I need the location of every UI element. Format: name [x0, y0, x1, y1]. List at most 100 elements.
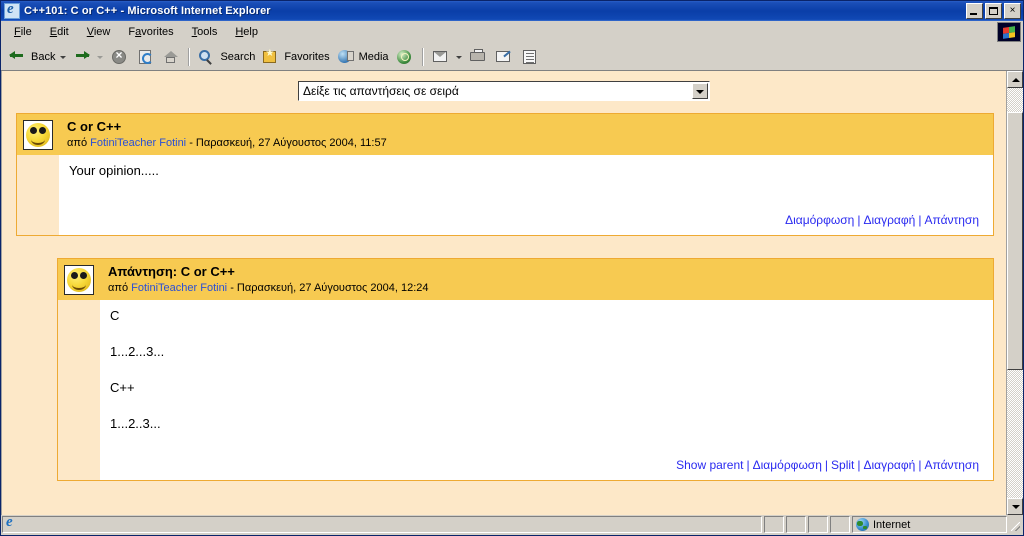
post-gap — [2, 236, 1006, 258]
window-controls: × — [966, 3, 1021, 19]
scrollbar-thumb[interactable] — [1007, 112, 1023, 370]
post-subject: Απάντηση: C or C++ — [108, 264, 235, 279]
browser-window: C++101: C or C++ - Microsoft Internet Ex… — [0, 0, 1024, 536]
post-body: Your opinion..... Διαμόρφωση | Διαγραφή | Απ… — [59, 155, 993, 235]
edit-page-button[interactable] — [491, 46, 517, 68]
toolbar-separator — [188, 47, 191, 66]
media-label: Media — [358, 50, 389, 63]
post-side-column — [17, 155, 59, 235]
post-container-1: C or C++ από FotiniTeacher Fotini - Παρα… — [2, 113, 1006, 236]
toolbar: Back Search Favorites Media — [1, 44, 1023, 70]
post-body: C 1...2...3... C++ 1...2..3... Show pare… — [100, 300, 993, 480]
globe-icon — [856, 518, 869, 531]
refresh-icon — [135, 48, 155, 66]
post-avatar-cell — [17, 114, 59, 155]
post-action-edit[interactable]: Διαμόρφωση — [753, 458, 822, 472]
status-pane-1 — [764, 516, 784, 533]
post-byline: από FotiniTeacher Fotini - Παρασκευή, 27… — [67, 136, 985, 150]
history-globe-icon — [395, 48, 415, 66]
post-action-split[interactable]: Split — [831, 458, 854, 472]
menu-item-view[interactable]: View — [78, 23, 120, 42]
post-header: Απάντηση: C or C++ από FotiniTeacher Fot… — [100, 259, 993, 300]
home-button[interactable] — [158, 46, 184, 68]
close-button[interactable]: × — [1004, 3, 1021, 19]
forum-post: C or C++ από FotiniTeacher Fotini - Παρα… — [16, 113, 994, 236]
status-pane-2 — [786, 516, 806, 533]
post-paragraph: 1...2..3... — [110, 416, 161, 431]
post-action-reply[interactable]: Απάντηση — [924, 458, 979, 472]
display-mode-select[interactable]: Δείξε τις απαντήσεις σε σειρά — [298, 81, 710, 101]
post-action-delete[interactable]: Διαγραφή — [863, 458, 915, 472]
menu-item-tools[interactable]: Tools — [183, 23, 227, 42]
edit-page-icon — [494, 48, 514, 66]
menu-item-file[interactable]: File — [5, 23, 41, 42]
print-button[interactable] — [465, 46, 491, 68]
post-paragraph: C — [110, 308, 120, 323]
search-label: Search — [220, 50, 256, 63]
page-viewport: Δείξε τις απαντήσεις σε σειρά C or C++ α… — [1, 71, 1006, 515]
status-bar: Internet — [1, 515, 1023, 535]
back-button[interactable]: Back — [5, 46, 58, 68]
title-bar: C++101: C or C++ - Microsoft Internet Ex… — [1, 1, 1023, 21]
arrow-right-icon — [72, 48, 92, 66]
status-pane-4 — [830, 516, 850, 533]
discuss-icon — [520, 48, 540, 66]
menu-item-help[interactable]: Help — [226, 23, 267, 42]
post-paragraph: Your opinion..... — [69, 163, 159, 178]
scroll-down-button[interactable] — [1007, 498, 1023, 515]
post-paragraph: C++ — [110, 380, 135, 395]
post-author-link[interactable]: FotiniTeacher Fotini — [131, 282, 227, 294]
back-label: Back — [31, 50, 56, 63]
back-dropdown-arrow[interactable] — [60, 56, 67, 59]
post-actions: Διαμόρφωση | Διαγραφή | Απάντηση — [785, 213, 979, 227]
post-author-link[interactable]: FotiniTeacher Fotini — [90, 137, 186, 149]
forward-button[interactable] — [69, 46, 95, 68]
post-container-2: Απάντηση: C or C++ από FotiniTeacher Fot… — [2, 258, 1006, 481]
chevron-down-icon[interactable] — [692, 83, 708, 99]
minimize-button[interactable] — [966, 3, 983, 19]
security-zone-pane[interactable]: Internet — [852, 516, 1007, 533]
mail-button[interactable] — [428, 46, 454, 68]
menu-item-edit[interactable]: Edit — [41, 23, 78, 42]
discuss-button[interactable] — [517, 46, 543, 68]
history-button[interactable] — [392, 46, 418, 68]
menu-bar: File Edit View Favorites Tools Help — [1, 21, 1023, 44]
forum-post: Απάντηση: C or C++ από FotiniTeacher Fot… — [57, 258, 994, 481]
menu-item-favorites[interactable]: Favorites — [119, 23, 182, 42]
post-action-show-parent[interactable]: Show parent — [676, 458, 743, 472]
status-message-pane — [2, 516, 762, 533]
status-pane-3 — [808, 516, 828, 533]
search-button[interactable]: Search — [194, 46, 258, 68]
mail-dropdown-arrow[interactable] — [455, 56, 462, 59]
smiley-face-avatar[interactable] — [64, 265, 94, 295]
display-mode-row: Δείξε τις απαντήσεις σε σειρά — [2, 81, 1006, 101]
stop-button[interactable] — [106, 46, 132, 68]
scroll-up-button[interactable] — [1007, 71, 1023, 88]
windows-flag-icon[interactable] — [997, 22, 1021, 42]
byline-prefix: από — [108, 282, 129, 294]
mail-icon — [431, 48, 451, 66]
forward-dropdown-arrow[interactable] — [97, 56, 104, 59]
scrollbar-track[interactable] — [1007, 88, 1023, 498]
post-subject: C or C++ — [67, 119, 122, 134]
post-datetime: - Παρασκευή, 27 Αύγουστος 2004, 11:57 — [189, 137, 387, 149]
post-action-reply[interactable]: Απάντηση — [924, 213, 979, 227]
maximize-button[interactable] — [985, 3, 1002, 19]
media-button[interactable]: Media — [333, 46, 392, 68]
search-icon — [197, 48, 217, 66]
stop-icon — [109, 48, 129, 66]
post-action-delete[interactable]: Διαγραφή — [863, 213, 915, 227]
close-icon: × — [1009, 5, 1016, 16]
favorites-label: Favorites — [284, 50, 330, 63]
arrow-left-icon — [8, 48, 28, 66]
post-byline: από FotiniTeacher Fotini - Παρασκευή, 27… — [108, 281, 985, 295]
toolbar-separator-2 — [421, 47, 424, 66]
byline-prefix: από — [67, 137, 88, 149]
post-action-edit[interactable]: Διαμόρφωση — [785, 213, 854, 227]
vertical-scrollbar[interactable] — [1006, 71, 1023, 515]
resize-grip[interactable] — [1009, 516, 1022, 533]
favorites-button[interactable]: Favorites — [258, 46, 332, 68]
post-text: Your opinion..... — [69, 163, 983, 207]
refresh-button[interactable] — [132, 46, 158, 68]
smiley-face-avatar[interactable] — [23, 120, 53, 150]
